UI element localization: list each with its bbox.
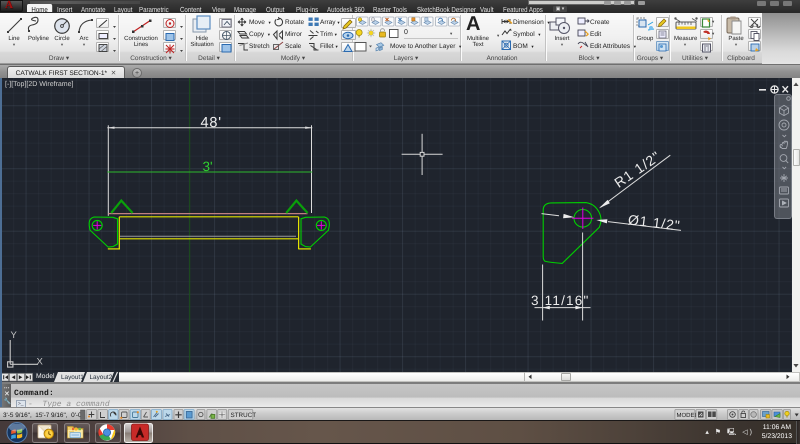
svg-text:Ø1 1/2": Ø1 1/2" bbox=[627, 211, 681, 233]
svg-text:R1 1/2": R1 1/2" bbox=[611, 148, 663, 191]
svg-text:MODEL: MODEL bbox=[677, 412, 699, 419]
svg-text:3': 3' bbox=[203, 159, 213, 174]
svg-text:Y: Y bbox=[11, 330, 18, 341]
svg-text:48': 48' bbox=[201, 115, 222, 131]
svg-text:STRUCT: STRUCT bbox=[231, 412, 257, 419]
svg-text:X: X bbox=[37, 357, 44, 368]
svg-text:3 11/16": 3 11/16" bbox=[531, 293, 589, 308]
